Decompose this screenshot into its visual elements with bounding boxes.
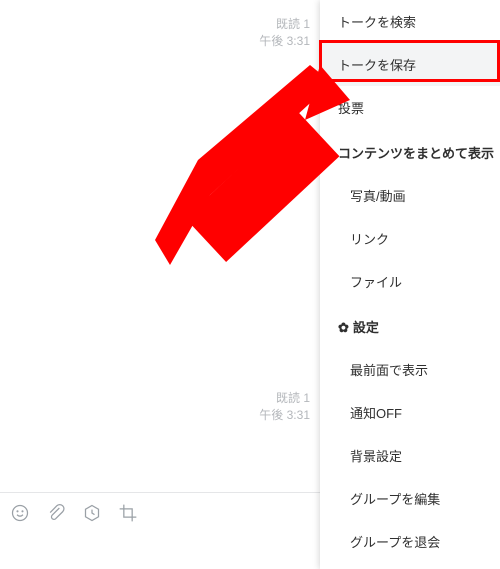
menu-save-talk[interactable]: トークを保存 xyxy=(320,43,500,86)
sticker-icon[interactable] xyxy=(82,503,102,523)
menu-always-top[interactable]: 最前面で表示 xyxy=(320,348,500,391)
read-label: 既読 1 xyxy=(259,16,310,33)
chat-background: 既読 1 午後 3:31 既読 1 午後 3:31 xyxy=(0,0,320,495)
attach-icon[interactable] xyxy=(46,503,66,523)
menu-settings-label: 設定 xyxy=(353,320,379,335)
menu-leave-group[interactable]: グループを退会 xyxy=(320,520,500,563)
crop-icon[interactable] xyxy=(118,503,138,523)
menu-search-talk[interactable]: トークを検索 xyxy=(320,0,500,43)
chat-input-toolbar xyxy=(0,492,320,532)
context-menu: トークを検索 トークを保存 投票 コンテンツをまとめて表示 写真/動画 リンク … xyxy=(320,0,500,569)
message-status: 既読 1 午後 3:31 xyxy=(259,16,310,50)
menu-settings-heading: ✿ 設定 xyxy=(320,303,500,348)
message-status: 既読 1 午後 3:31 xyxy=(259,390,310,424)
time-label: 午後 3:31 xyxy=(259,407,310,424)
menu-file[interactable]: ファイル xyxy=(320,260,500,303)
emoji-icon[interactable] xyxy=(10,503,30,523)
menu-link[interactable]: リンク xyxy=(320,217,500,260)
menu-contents-heading: コンテンツをまとめて表示 xyxy=(320,129,500,174)
time-label: 午後 3:31 xyxy=(259,33,310,50)
gear-icon: ✿ xyxy=(338,320,349,336)
menu-bg-setting[interactable]: 背景設定 xyxy=(320,434,500,477)
menu-photo-video[interactable]: 写真/動画 xyxy=(320,174,500,217)
menu-edit-group[interactable]: グループを編集 xyxy=(320,477,500,520)
menu-poll[interactable]: 投票 xyxy=(320,86,500,129)
read-label: 既読 1 xyxy=(259,390,310,407)
menu-notify-off[interactable]: 通知OFF xyxy=(320,391,500,434)
